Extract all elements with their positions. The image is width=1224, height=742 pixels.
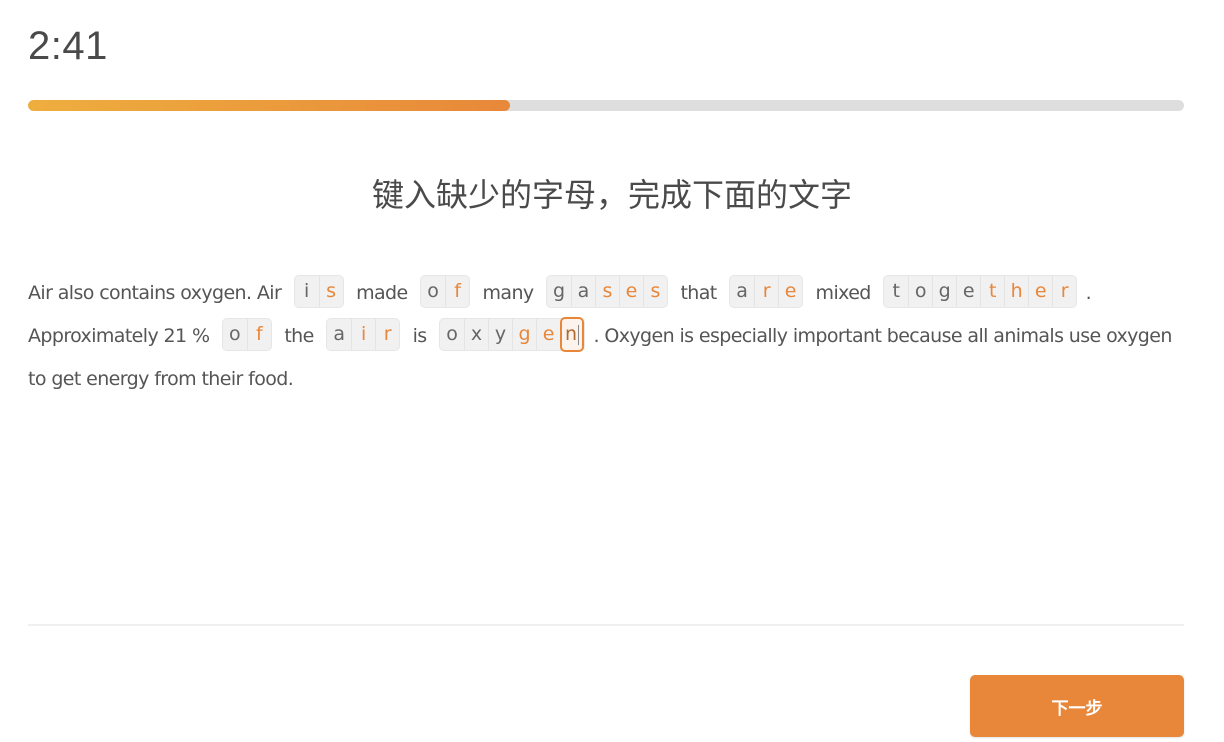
countdown-timer: 2:41 bbox=[28, 24, 108, 68]
letter-char: g bbox=[518, 323, 531, 345]
progress-bar bbox=[28, 100, 1184, 111]
letter-input[interactable]: s bbox=[643, 276, 667, 307]
letter-given: o bbox=[908, 276, 932, 307]
letter-char: t bbox=[892, 280, 900, 302]
text-cursor bbox=[578, 324, 580, 345]
letter-char: s bbox=[650, 280, 661, 302]
letter-input[interactable]: e bbox=[778, 276, 802, 307]
letter-input[interactable]: e bbox=[619, 276, 643, 307]
letter-given: a bbox=[730, 276, 754, 307]
letter-char: e bbox=[1034, 280, 1047, 302]
letter-char: r bbox=[1060, 280, 1069, 302]
letter-input[interactable]: i bbox=[351, 319, 375, 350]
letter-char: s bbox=[326, 280, 337, 302]
next-step-button[interactable]: 下一步 bbox=[970, 675, 1184, 737]
letter-given: y bbox=[488, 319, 512, 350]
letter-char: e bbox=[542, 323, 555, 345]
letter-char: o bbox=[229, 323, 241, 345]
letter-given: o bbox=[440, 319, 464, 350]
letter-given: x bbox=[464, 319, 488, 350]
letter-given: g bbox=[932, 276, 956, 307]
letter-char: a bbox=[333, 323, 345, 345]
letter-char: o bbox=[914, 280, 927, 302]
passage-punctuation: . bbox=[1085, 282, 1092, 304]
letter-char: t bbox=[988, 280, 997, 302]
letter-input[interactable]: f bbox=[246, 319, 271, 350]
letter-char: i bbox=[361, 323, 367, 345]
letter-given: o bbox=[223, 319, 247, 350]
passage-text-segment: Air also contains oxygen. Air bbox=[28, 282, 282, 304]
passage-text-segment: made bbox=[356, 282, 408, 304]
letter-char: r bbox=[383, 323, 392, 345]
passage-text-segment: mixed bbox=[815, 282, 872, 304]
word-input-group: together bbox=[883, 275, 1078, 308]
letter-char: e bbox=[784, 280, 797, 302]
letter-char: e bbox=[962, 280, 975, 302]
word-input-group: air bbox=[326, 318, 401, 351]
letter-char: a bbox=[577, 280, 590, 302]
letter-given: o bbox=[421, 276, 445, 307]
letter-input[interactable]: e bbox=[536, 319, 560, 350]
letter-char: n bbox=[565, 323, 578, 345]
word-input-group: of bbox=[420, 275, 471, 308]
letter-char: h bbox=[1010, 280, 1023, 302]
letter-input[interactable]: g bbox=[512, 319, 536, 350]
letter-input[interactable]: t bbox=[980, 276, 1004, 307]
letter-given: i bbox=[295, 276, 319, 307]
letter-input[interactable]: s bbox=[318, 276, 343, 307]
passage-text-segment: that bbox=[680, 282, 717, 304]
letter-given: t bbox=[884, 276, 908, 307]
word-input-group: gases bbox=[546, 275, 668, 308]
letter-input[interactable]: e bbox=[1028, 276, 1052, 307]
passage-text-segment: the bbox=[284, 325, 314, 347]
letter-char: g bbox=[552, 280, 566, 302]
letter-input[interactable]: f bbox=[445, 276, 469, 307]
letter-input[interactable]: r bbox=[754, 276, 778, 307]
passage-text: Air also contains oxygen. Air is made of… bbox=[28, 272, 1188, 401]
passage-text-segment: is bbox=[412, 325, 428, 347]
letter-char: x bbox=[470, 323, 483, 345]
passage-text-segment: many bbox=[482, 282, 535, 304]
footer-divider bbox=[28, 624, 1184, 626]
letter-input-active[interactable]: n bbox=[560, 317, 585, 352]
letter-char: a bbox=[736, 280, 748, 302]
letter-char: i bbox=[303, 280, 310, 302]
passage-text-segment: Approximately 21 % bbox=[28, 325, 210, 347]
letter-char: s bbox=[602, 280, 613, 302]
letter-input[interactable]: r bbox=[375, 319, 399, 350]
letter-input[interactable]: h bbox=[1004, 276, 1028, 307]
word-input-group: oxygen bbox=[439, 317, 586, 352]
word-input-group: are bbox=[729, 275, 804, 308]
letter-char: o bbox=[427, 280, 439, 302]
letter-char: e bbox=[625, 280, 638, 302]
word-input-group: is bbox=[293, 275, 344, 308]
letter-given: a bbox=[327, 319, 351, 350]
letter-char: f bbox=[454, 280, 461, 302]
letter-given: e bbox=[956, 276, 980, 307]
letter-char: f bbox=[256, 323, 263, 345]
letter-char: g bbox=[938, 280, 951, 302]
letter-given: a bbox=[571, 276, 595, 307]
letter-input[interactable]: r bbox=[1052, 276, 1076, 307]
instruction-title: 键入缺少的字母，完成下面的文字 bbox=[371, 176, 852, 214]
progress-fill bbox=[28, 100, 511, 111]
letter-given: g bbox=[547, 276, 571, 307]
letter-char: o bbox=[446, 323, 458, 345]
word-input-group: of bbox=[221, 318, 272, 351]
letter-char: y bbox=[494, 323, 507, 345]
letter-input[interactable]: s bbox=[595, 276, 619, 307]
letter-char: r bbox=[762, 280, 771, 302]
